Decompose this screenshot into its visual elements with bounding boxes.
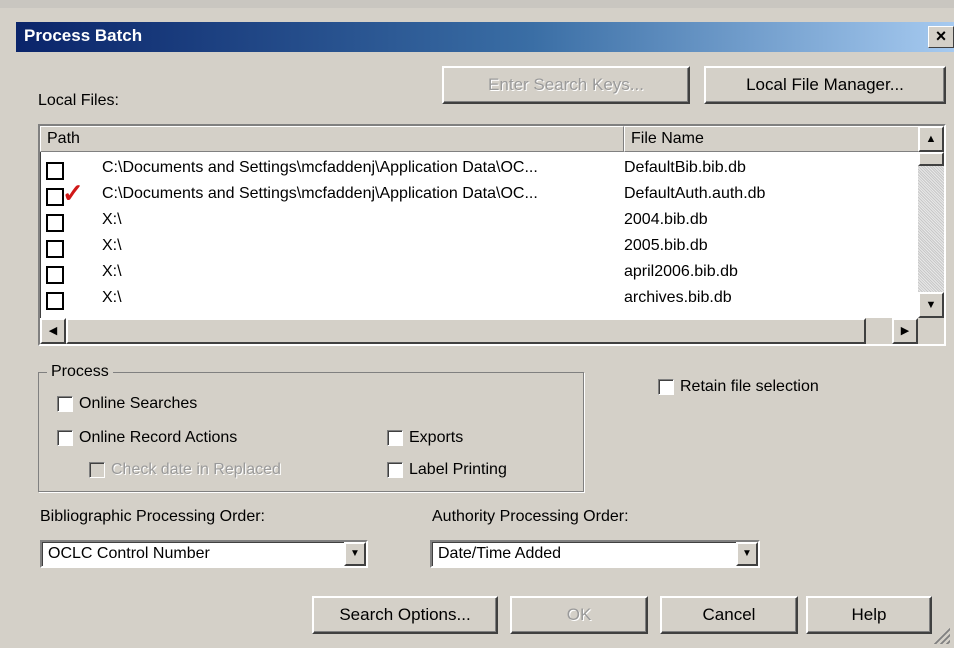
check-date-in-replaced-label: Check date in Replaced — [111, 461, 281, 478]
chevron-down-icon[interactable]: ▼ — [736, 542, 758, 566]
process-group-legend: Process — [47, 363, 113, 381]
row-path: X:\ — [102, 237, 122, 254]
ok-button[interactable]: OK — [510, 596, 648, 634]
file-row[interactable]: X:\ april2006.bib.db — [40, 260, 920, 286]
row-file-name: DefaultBib.bib.db — [624, 159, 746, 176]
file-row[interactable]: ✓ C:\Documents and Settings\mcfaddenj\Ap… — [40, 178, 920, 208]
close-icon[interactable]: × — [928, 26, 954, 48]
scroll-down-icon[interactable]: ▼ — [918, 292, 944, 318]
file-row[interactable]: X:\ 2005.bib.db — [40, 234, 920, 260]
resize-grip-icon[interactable] — [932, 626, 950, 644]
exports-label: Exports — [409, 429, 464, 446]
scroll-right-icon[interactable]: ▶ — [892, 318, 918, 344]
row-path: X:\ — [102, 211, 122, 228]
scroll-up-icon[interactable]: ▲ — [918, 126, 944, 152]
local-files-list[interactable]: Path File Name C:\Documents and Settings… — [38, 124, 946, 346]
help-button[interactable]: Help — [806, 596, 932, 634]
row-path: C:\Documents and Settings\mcfaddenj\Appl… — [102, 159, 538, 176]
checkbox-box[interactable] — [387, 462, 403, 478]
authority-order-label: Authority Processing Order: — [432, 508, 629, 525]
vertical-scrollbar[interactable]: ▲ ▼ — [918, 126, 944, 318]
process-batch-dialog: Process Batch × Local Files: Enter Searc… — [0, 0, 954, 648]
local-file-manager-button[interactable]: Local File Manager... — [704, 66, 946, 104]
enter-search-keys-button[interactable]: Enter Search Keys... — [442, 66, 690, 104]
horizontal-scrollbar[interactable]: ◀ ▶ — [40, 318, 918, 344]
checkbox-box[interactable] — [658, 379, 674, 395]
label-printing-label: Label Printing — [409, 461, 507, 478]
vertical-scroll-thumb[interactable] — [918, 152, 944, 166]
file-row[interactable]: C:\Documents and Settings\mcfaddenj\Appl… — [40, 156, 920, 182]
row-file-name: april2006.bib.db — [624, 263, 738, 280]
scroll-left-icon[interactable]: ◀ — [40, 318, 66, 344]
row-file-name: DefaultAuth.auth.db — [624, 185, 766, 202]
column-header-path[interactable]: Path — [40, 126, 624, 152]
authority-order-value: Date/Time Added — [438, 545, 562, 562]
checkmark-icon: ✓ — [62, 178, 84, 208]
bibliographic-order-label: Bibliographic Processing Order: — [40, 508, 265, 525]
row-checkbox[interactable] — [46, 240, 64, 258]
online-searches-label: Online Searches — [79, 395, 198, 412]
row-file-name: 2004.bib.db — [624, 211, 708, 228]
title-bar[interactable]: Process Batch × — [16, 22, 954, 52]
checkbox-box[interactable] — [57, 396, 73, 412]
file-row[interactable]: X:\ archives.bib.db — [40, 286, 920, 318]
file-row[interactable]: X:\ 2004.bib.db — [40, 208, 920, 234]
row-checkbox[interactable] — [46, 292, 64, 310]
checkbox-box[interactable] — [57, 430, 73, 446]
row-path: X:\ — [102, 263, 122, 280]
chevron-down-icon[interactable]: ▼ — [344, 542, 366, 566]
bibliographic-order-select[interactable]: OCLC Control Number ▼ — [40, 540, 368, 568]
horizontal-scroll-thumb[interactable] — [66, 318, 866, 344]
bibliographic-order-value: OCLC Control Number — [48, 545, 210, 562]
window-title: Process Batch — [24, 26, 143, 45]
authority-order-select[interactable]: Date/Time Added ▼ — [430, 540, 760, 568]
checkbox-box[interactable] — [387, 430, 403, 446]
row-checkbox[interactable] — [46, 266, 64, 284]
row-path: X:\ — [102, 289, 122, 306]
scrollbar-corner — [918, 318, 944, 344]
row-file-name: archives.bib.db — [624, 289, 732, 306]
process-group: Process Online Searches Online Record Ac… — [38, 363, 584, 492]
online-record-actions-label: Online Record Actions — [79, 429, 238, 446]
local-files-label: Local Files: — [38, 92, 119, 109]
search-options-button[interactable]: Search Options... — [312, 596, 498, 634]
column-header-file-name[interactable]: File Name — [624, 126, 920, 152]
checkbox-box[interactable] — [89, 462, 105, 478]
row-path: C:\Documents and Settings\mcfaddenj\Appl… — [102, 185, 538, 202]
row-checkbox[interactable] — [46, 214, 64, 232]
row-file-name: 2005.bib.db — [624, 237, 708, 254]
cancel-button[interactable]: Cancel — [660, 596, 798, 634]
retain-file-selection-label: Retain file selection — [680, 378, 819, 395]
